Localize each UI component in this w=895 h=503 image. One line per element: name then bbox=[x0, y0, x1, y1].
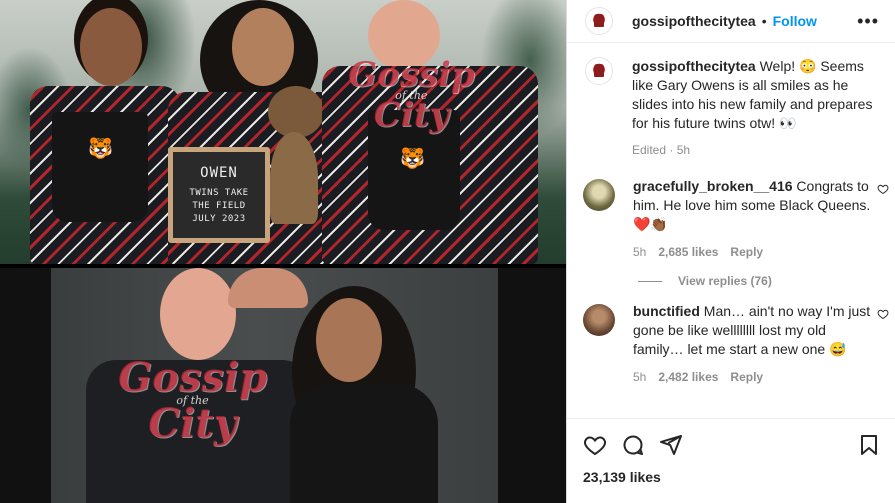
girl-head bbox=[80, 8, 142, 86]
comment-meta: 5h 2,685 likes Reply bbox=[633, 243, 879, 262]
letterboard-line: TWINS TAKE bbox=[189, 187, 249, 198]
like-icon[interactable] bbox=[583, 433, 607, 457]
comment-time: 5h bbox=[633, 245, 647, 259]
more-icon[interactable]: ••• bbox=[857, 11, 879, 32]
caption-username[interactable]: gossipofthecitytea bbox=[632, 58, 756, 74]
comment-item: bunctified Man… ain't no way I'm just go… bbox=[567, 302, 895, 387]
post-header: gossipofthecitytea • Follow ••• bbox=[567, 0, 895, 43]
couple-photo-bottom: Gossip of the City bbox=[0, 268, 566, 503]
letterboard-line: THE FIELD bbox=[192, 200, 246, 211]
reply-button[interactable]: Reply bbox=[730, 368, 763, 387]
like-comment-icon[interactable] bbox=[877, 183, 889, 195]
comment-likes[interactable]: 2,685 likes bbox=[658, 243, 718, 262]
caption-body: gossipofthecitytea Welp! 😳 Seems like Ga… bbox=[632, 57, 879, 160]
letterboard-sign: OWEN TWINS TAKE THE FIELD JULY 2023 bbox=[168, 147, 270, 243]
reply-button[interactable]: Reply bbox=[730, 243, 763, 262]
comment-meta: 5h 2,482 likes Reply bbox=[633, 368, 879, 387]
tiger-icon: 🐯 bbox=[400, 148, 425, 170]
heart-hands bbox=[228, 268, 308, 308]
avatar[interactable] bbox=[583, 304, 615, 336]
comment-item: gracefully_broken__416 Congrats to him. … bbox=[567, 177, 895, 262]
view-replies-button[interactable]: View replies (76) bbox=[567, 274, 895, 288]
comment-username[interactable]: gracefully_broken__416 bbox=[633, 178, 793, 194]
like-comment-icon[interactable] bbox=[877, 308, 889, 320]
letterboard-line: JULY 2023 bbox=[192, 213, 246, 224]
watermark-logo: Gossip of the City bbox=[118, 358, 267, 444]
view-replies-label: View replies (76) bbox=[678, 274, 772, 288]
watermark-text: City bbox=[148, 399, 237, 447]
share-icon[interactable] bbox=[659, 433, 683, 457]
watermark-text: City bbox=[373, 95, 450, 136]
follow-button[interactable]: Follow bbox=[773, 13, 817, 29]
comment-time: 5h bbox=[633, 370, 647, 384]
likes-count[interactable]: 23,139 likes bbox=[567, 469, 895, 485]
woman-dress bbox=[290, 384, 438, 503]
woman-head bbox=[232, 8, 294, 86]
edited-label: Edited bbox=[632, 143, 667, 157]
instagram-post: 🐯 OWEN TWINS TAKE THE FIELD JULY 2023 🐯 … bbox=[0, 0, 895, 503]
man-head bbox=[160, 268, 236, 360]
comment-username[interactable]: bunctified bbox=[633, 303, 700, 319]
avatar[interactable] bbox=[583, 179, 615, 211]
comment-body: bunctified Man… ain't no way I'm just go… bbox=[633, 302, 879, 387]
dog-body bbox=[270, 132, 318, 224]
divider bbox=[638, 280, 662, 282]
username-link[interactable]: gossipofthecitytea bbox=[632, 13, 756, 29]
avatar[interactable] bbox=[585, 57, 613, 85]
comments-section[interactable]: gossipofthecitytea Welp! 😳 Seems like Ga… bbox=[567, 43, 895, 419]
dog bbox=[268, 86, 324, 138]
caption-meta: Edited · 5h bbox=[632, 143, 691, 157]
comment-body: gracefully_broken__416 Congrats to him. … bbox=[633, 177, 879, 262]
caption-time: 5h bbox=[676, 143, 691, 157]
post-media[interactable]: 🐯 OWEN TWINS TAKE THE FIELD JULY 2023 🐯 … bbox=[0, 0, 566, 503]
separator-dot: • bbox=[761, 13, 767, 29]
comment-icon[interactable] bbox=[621, 433, 645, 457]
letterboard-name: OWEN bbox=[200, 164, 238, 181]
bookmark-icon[interactable] bbox=[857, 433, 881, 457]
woman-head bbox=[316, 298, 382, 382]
family-photo-top: 🐯 OWEN TWINS TAKE THE FIELD JULY 2023 🐯 … bbox=[0, 0, 566, 264]
comment-likes[interactable]: 2,482 likes bbox=[658, 368, 718, 387]
action-bar bbox=[567, 419, 895, 471]
tiger-icon: 🐯 bbox=[88, 138, 113, 160]
avatar[interactable] bbox=[585, 7, 613, 35]
post-side-panel: gossipofthecitytea • Follow ••• gossipof… bbox=[566, 0, 895, 503]
onesie-left bbox=[52, 112, 148, 222]
watermark-logo: Gossip of the City bbox=[348, 58, 475, 132]
post-caption: gossipofthecitytea Welp! 😳 Seems like Ga… bbox=[567, 43, 895, 160]
